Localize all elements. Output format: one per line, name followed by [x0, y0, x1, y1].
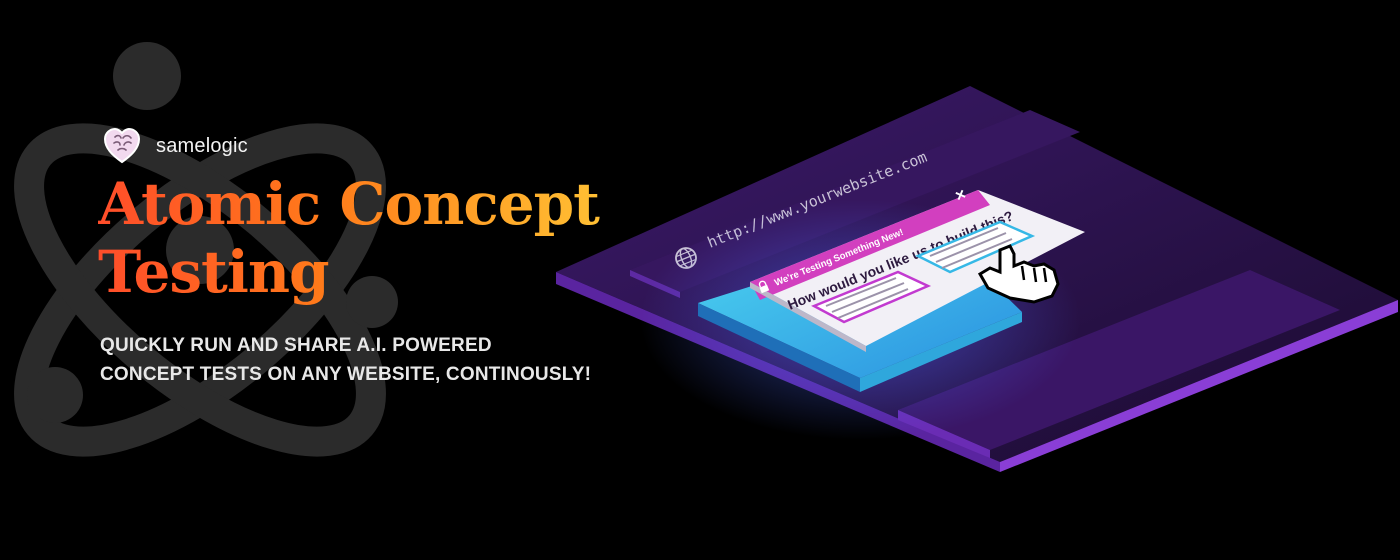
- subtitle-line-2: CONCEPT TESTS ON ANY WEBSITE, CONTINOUSL…: [100, 364, 592, 385]
- isometric-browser-illustration: http://www.yourwebsite.com We're Testing…: [556, 86, 1398, 472]
- brand[interactable]: samelogic: [100, 124, 248, 168]
- hero-section: samelogic Atomic Concept Testing QUICKLY…: [0, 0, 1400, 560]
- title-line-2: Testing: [98, 238, 329, 306]
- subtitle-line-1: QUICKLY RUN AND SHARE A.I. POWERED: [100, 335, 492, 356]
- brand-name: samelogic: [156, 134, 248, 157]
- title-line-1: Atomic Concept: [98, 170, 599, 238]
- heart-brain-icon: [103, 127, 141, 164]
